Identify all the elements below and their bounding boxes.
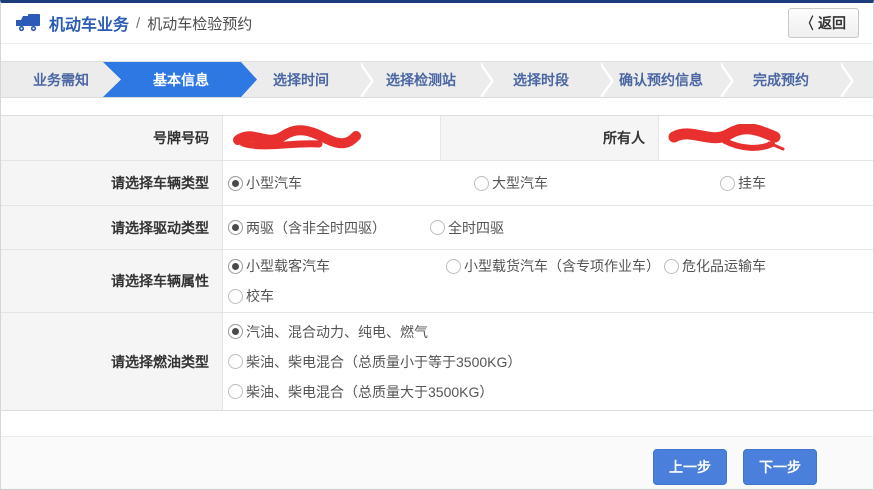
page-header: 机动车业务 / 机动车检验预约 〈 返回 [1, 3, 873, 44]
radio-option-label: 汽油、混合动力、纯电、燃气 [246, 322, 428, 342]
wizard-step-7[interactable]: 完成预约 [721, 62, 841, 97]
radio-button[interactable] [720, 176, 735, 191]
radio-button[interactable] [228, 384, 243, 399]
radio-option-label: 挂车 [738, 173, 766, 193]
wizard-step-3[interactable]: 选择时间 [241, 62, 361, 97]
breadcrumb-separator: / [136, 15, 140, 32]
radio-button[interactable] [228, 324, 243, 339]
options-line: 小型载客汽车 小型载货汽车（含专项作业车） 危化品运输车 [228, 251, 873, 281]
radio-option[interactable]: 危化品运输车 [664, 256, 766, 276]
form-row-label: 请选择车辆类型 [1, 161, 223, 205]
wizard-step-label: 业务需知 [33, 70, 89, 90]
radio-option[interactable]: 两驱（含非全时四驱） [228, 218, 430, 238]
wizard-step-label: 选择时间 [273, 70, 329, 90]
radio-option[interactable]: 小型汽车 [228, 173, 474, 193]
radio-option-label: 危化品运输车 [682, 256, 766, 276]
radio-option[interactable]: 小型载货汽车（含专项作业车） [446, 256, 664, 276]
radio-button[interactable] [228, 354, 243, 369]
radio-option[interactable]: 小型载客汽车 [228, 256, 446, 276]
back-button-label: 返回 [818, 13, 846, 33]
form-table: 号牌号码 所有人 请选择车辆类型小型汽车大型汽车挂车请选择驱动类型两驱（含非全时… [1, 115, 873, 411]
radio-button[interactable] [446, 259, 461, 274]
radio-option[interactable]: 柴油、柴电混合（总质量小于等于3500KG） [228, 352, 521, 372]
form-row-options: 小型载客汽车 小型载货汽车（含专项作业车） 危化品运输车校车 [223, 250, 873, 312]
back-button[interactable]: 〈 返回 [788, 8, 859, 38]
page-title: 机动车业务 [49, 11, 129, 35]
plate-number-label: 号牌号码 [1, 116, 223, 160]
wizard-step-5[interactable]: 选择时段 [481, 62, 601, 97]
breadcrumb-current: 机动车检验预约 [147, 13, 252, 34]
wizard-step-4[interactable]: 选择检测站 [361, 62, 481, 97]
footer-bar: 上一步 下一步 [1, 436, 873, 489]
radio-button[interactable] [474, 176, 489, 191]
truck-icon [15, 13, 41, 33]
form-row-vehicle-type: 请选择车辆类型 小型汽车 大型汽车 挂车 [1, 161, 873, 206]
form-row-label: 请选择燃油类型 [1, 313, 223, 410]
radio-option[interactable]: 大型汽车 [474, 173, 720, 193]
plate-number-value [223, 116, 441, 160]
radio-option-label: 大型汽车 [492, 173, 548, 193]
wizard-step-1[interactable]: 业务需知 [1, 62, 121, 97]
next-step-button[interactable]: 下一步 [743, 449, 817, 485]
options-line: 柴油、柴电混合（总质量大于3500KG） [228, 377, 873, 407]
options-line: 两驱（含非全时四驱） 全时四驱 [228, 213, 873, 243]
radio-option-label: 柴油、柴电混合（总质量小于等于3500KG） [246, 352, 521, 372]
radio-option-label: 小型载客汽车 [246, 256, 330, 276]
wizard-step-label: 选择检测站 [386, 70, 456, 90]
wizard-step-label: 基本信息 [153, 70, 209, 90]
wizard-step-2[interactable]: 基本信息 [121, 62, 241, 97]
form-row-vehicle-attr: 请选择车辆属性 小型载客汽车 小型载货汽车（含专项作业车） 危化品运输车校车 [1, 250, 873, 313]
form-row-label: 请选择车辆属性 [1, 250, 223, 312]
options-line: 柴油、柴电混合（总质量小于等于3500KG） [228, 347, 873, 377]
radio-option[interactable]: 挂车 [720, 173, 766, 193]
form-row-label: 请选择驱动类型 [1, 206, 223, 249]
radio-option-label: 柴油、柴电混合（总质量大于3500KG） [246, 382, 493, 402]
radio-option-label: 全时四驱 [448, 218, 504, 238]
radio-option[interactable]: 汽油、混合动力、纯电、燃气 [228, 322, 428, 342]
options-line: 小型汽车 大型汽车 挂车 [228, 168, 873, 198]
radio-button[interactable] [228, 176, 243, 191]
radio-button[interactable] [228, 220, 243, 235]
form-row-drive-type: 请选择驱动类型 两驱（含非全时四驱） 全时四驱 [1, 206, 873, 250]
redaction-scribble [667, 124, 791, 152]
wizard-step-6[interactable]: 确认预约信息 [601, 62, 721, 97]
redaction-scribble [231, 125, 363, 151]
steps-bar: 业务需知 基本信息 选择时间 选择检测站 选择时段 确认预约信息 完成预约 [1, 61, 873, 98]
wizard-step-label: 完成预约 [753, 70, 809, 90]
radio-option-label: 校车 [246, 286, 274, 306]
form-row-fuel-type: 请选择燃油类型汽油、混合动力、纯电、燃气柴油、柴电混合（总质量小于等于3500K… [1, 313, 873, 410]
owner-value [659, 116, 873, 160]
wizard-step-label: 确认预约信息 [619, 70, 703, 90]
form-row-options: 汽油、混合动力、纯电、燃气柴油、柴电混合（总质量小于等于3500KG） 柴油、柴电… [223, 313, 873, 410]
form-row-options: 小型汽车 大型汽车 挂车 [223, 161, 873, 205]
identity-row: 号牌号码 所有人 [1, 116, 873, 161]
form-row-options: 两驱（含非全时四驱） 全时四驱 [223, 206, 873, 249]
owner-label: 所有人 [441, 116, 659, 160]
options-line: 校车 [228, 281, 873, 311]
radio-button[interactable] [664, 259, 679, 274]
radio-option[interactable]: 柴油、柴电混合（总质量大于3500KG） [228, 382, 493, 402]
radio-button[interactable] [430, 220, 445, 235]
radio-option-label: 小型载货汽车（含专项作业车） [464, 256, 660, 276]
options-line: 汽油、混合动力、纯电、燃气 [228, 317, 873, 347]
radio-button[interactable] [228, 289, 243, 304]
radio-option[interactable]: 校车 [228, 286, 274, 306]
radio-option-label: 小型汽车 [246, 173, 302, 193]
wizard-step-label: 选择时段 [513, 70, 569, 90]
vehicle-inspection-page: 机动车业务 / 机动车检验预约 〈 返回 业务需知 基本信息 选择时间 选择检测站 选择… [0, 0, 874, 490]
radio-option[interactable]: 全时四驱 [430, 218, 504, 238]
radio-option-label: 两驱（含非全时四驱） [246, 218, 386, 238]
prev-step-button[interactable]: 上一步 [653, 449, 727, 485]
radio-button[interactable] [228, 259, 243, 274]
back-chevron-icon: 〈 [802, 12, 813, 34]
